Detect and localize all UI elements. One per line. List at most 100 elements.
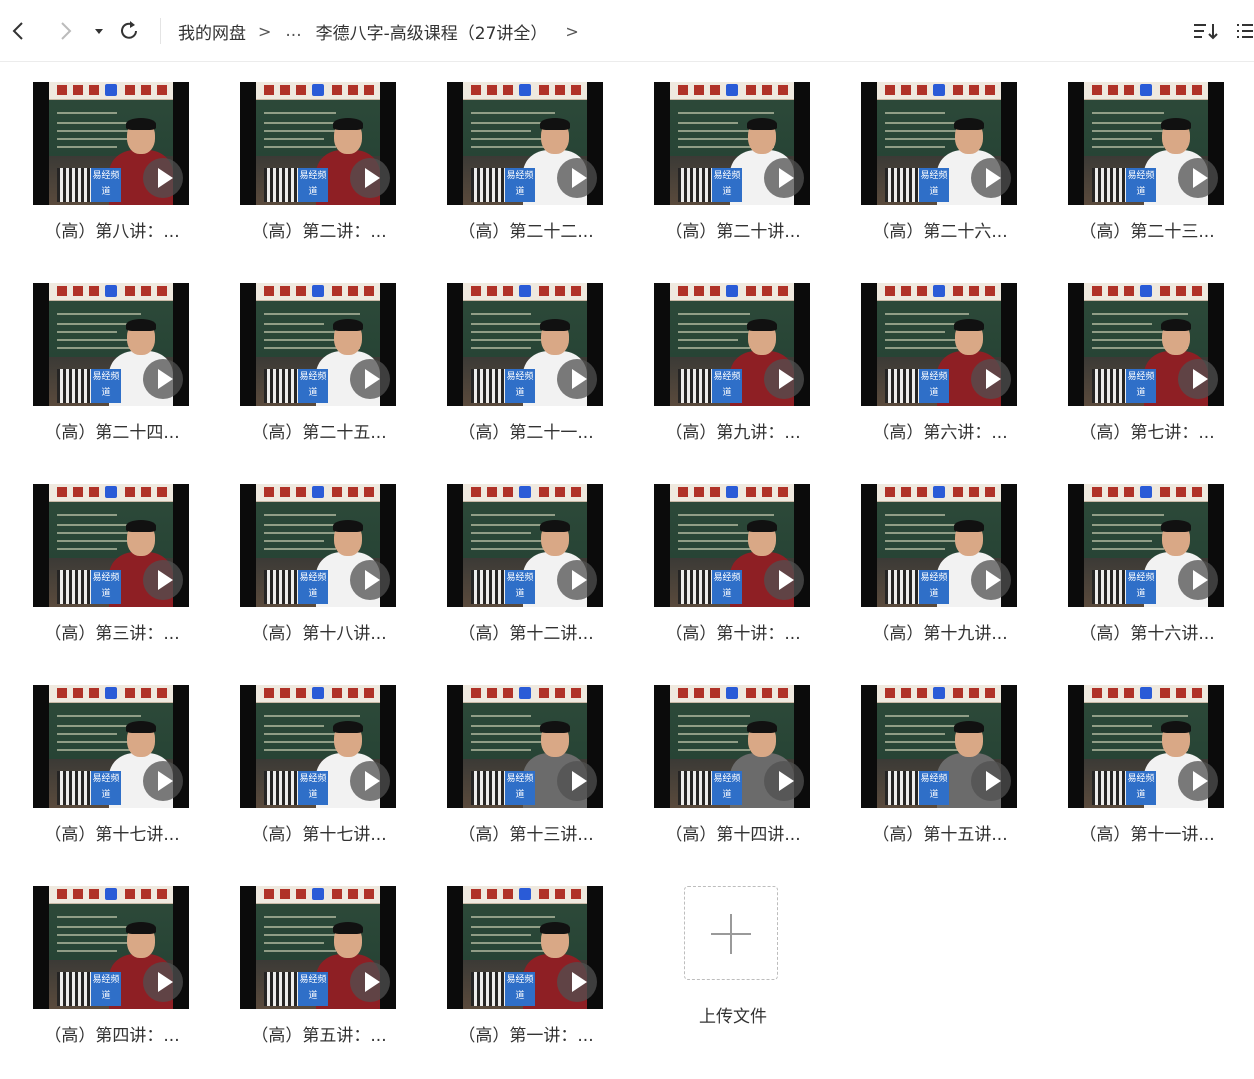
file-tile[interactable]: 易经频道 （高）第十五讲... — [845, 665, 1035, 845]
file-tile[interactable]: 易经频道 （高）第二十四... — [17, 263, 207, 443]
qr-code-icon — [678, 771, 712, 805]
play-icon[interactable] — [557, 761, 597, 801]
taiji-icon — [933, 84, 945, 96]
file-tile[interactable]: 易经频道 （高）第十七讲... — [17, 665, 207, 845]
back-button[interactable] — [6, 16, 32, 46]
qr-code-icon — [885, 168, 919, 202]
channel-logo: 易经频道 — [91, 771, 121, 805]
play-icon[interactable] — [350, 560, 390, 600]
file-tile[interactable]: 易经频道 （高）第八讲：... — [17, 62, 207, 242]
breadcrumb-ellipsis[interactable]: ... — [285, 21, 301, 41]
video-thumbnail: 易经频道 — [240, 484, 396, 607]
play-icon[interactable] — [143, 560, 183, 600]
file-tile[interactable]: 易经频道 （高）第十九讲... — [845, 464, 1035, 644]
qr-code-icon — [264, 570, 298, 604]
file-tile[interactable]: 易经频道 （高）第二十一... — [431, 263, 621, 443]
play-icon[interactable] — [143, 962, 183, 1002]
upload-file-tile[interactable]: 上传文件 — [638, 866, 828, 1046]
file-tile[interactable]: 易经频道 （高）第一讲：... — [431, 866, 621, 1046]
file-tile[interactable]: 易经频道 （高）第二十六... — [845, 62, 1035, 242]
play-icon[interactable] — [350, 359, 390, 399]
taiji-icon — [726, 687, 738, 699]
banner — [256, 484, 380, 502]
file-tile[interactable]: 易经频道 （高）第十讲：... — [638, 464, 828, 644]
file-name: （高）第二十三... — [1079, 222, 1215, 242]
file-tile[interactable]: 易经频道 （高）第十六讲... — [1052, 464, 1242, 644]
play-icon[interactable] — [557, 962, 597, 1002]
play-icon[interactable] — [1178, 560, 1218, 600]
file-name: （高）第二十五... — [251, 423, 387, 443]
play-icon[interactable] — [143, 158, 183, 198]
banner — [1084, 283, 1208, 301]
file-tile[interactable]: 易经频道 （高）第二十三... — [1052, 62, 1242, 242]
play-icon[interactable] — [1178, 158, 1218, 198]
refresh-button[interactable] — [116, 16, 142, 46]
chalk-line — [678, 122, 738, 124]
taiji-icon — [105, 285, 117, 297]
chalk-line — [264, 313, 360, 315]
taiji-icon — [519, 486, 531, 498]
qr-code-icon — [678, 168, 712, 202]
channel-logo: 易经频道 — [91, 168, 121, 202]
file-tile[interactable]: 易经频道 （高）第三讲：... — [17, 464, 207, 644]
banner — [49, 685, 173, 703]
file-tile[interactable]: 易经频道 （高）第十三讲... — [431, 665, 621, 845]
channel-logo: 易经频道 — [712, 168, 742, 202]
play-icon[interactable] — [350, 962, 390, 1002]
file-tile[interactable]: 易经频道 （高）第二十二... — [431, 62, 621, 242]
file-tile[interactable]: 易经频道 （高）第六讲：... — [845, 263, 1035, 443]
play-icon[interactable] — [764, 560, 804, 600]
play-icon[interactable] — [764, 761, 804, 801]
banner — [463, 82, 587, 100]
play-icon[interactable] — [557, 158, 597, 198]
file-tile[interactable]: 易经频道 （高）第十一讲... — [1052, 665, 1242, 845]
play-icon[interactable] — [971, 761, 1011, 801]
breadcrumb-trailing-separator[interactable]: > — [565, 22, 578, 41]
file-tile[interactable]: 易经频道 （高）第七讲：... — [1052, 263, 1242, 443]
chalk-line — [678, 339, 738, 341]
channel-logo: 易经频道 — [919, 369, 949, 403]
breadcrumb-current[interactable]: 李德八字-高级课程（27讲全） — [316, 19, 548, 44]
file-tile[interactable]: 易经频道 （高）第九讲：... — [638, 263, 828, 443]
video-thumbnail: 易经频道 — [861, 484, 1017, 607]
file-tile[interactable]: 易经频道 （高）第十八讲... — [224, 464, 414, 644]
refresh-icon — [116, 16, 142, 46]
history-dropdown[interactable] — [90, 16, 108, 46]
breadcrumb-root[interactable]: 我的网盘 — [178, 19, 246, 44]
play-icon[interactable] — [764, 158, 804, 198]
play-icon[interactable] — [764, 359, 804, 399]
play-icon[interactable] — [143, 761, 183, 801]
video-thumbnail: 易经频道 — [33, 82, 189, 205]
file-tile[interactable]: 易经频道 （高）第五讲：... — [224, 866, 414, 1046]
play-icon[interactable] — [350, 158, 390, 198]
play-icon[interactable] — [971, 158, 1011, 198]
list-view-icon — [1234, 16, 1254, 46]
play-icon[interactable] — [143, 359, 183, 399]
forward-button[interactable] — [52, 16, 78, 46]
channel-logo: 易经频道 — [712, 771, 742, 805]
chalk-line — [885, 733, 945, 735]
file-name: （高）第六讲：... — [872, 423, 1008, 443]
play-icon[interactable] — [350, 761, 390, 801]
qr-code-icon — [885, 570, 919, 604]
banner — [670, 685, 794, 703]
play-icon[interactable] — [557, 560, 597, 600]
sort-button[interactable] — [1192, 16, 1218, 46]
play-icon[interactable] — [557, 359, 597, 399]
chalk-line — [264, 514, 336, 516]
file-tile[interactable]: 易经频道 （高）第十二讲... — [431, 464, 621, 644]
play-icon[interactable] — [1178, 359, 1218, 399]
view-toggle-button[interactable] — [1234, 16, 1254, 46]
file-tile[interactable]: 易经频道 （高）第二讲：... — [224, 62, 414, 242]
file-tile[interactable]: 易经频道 （高）第四讲：... — [17, 866, 207, 1046]
play-icon[interactable] — [971, 359, 1011, 399]
banner — [256, 685, 380, 703]
file-tile[interactable]: 易经频道 （高）第十七讲... — [224, 665, 414, 845]
file-tile[interactable]: 易经频道 （高）第二十讲... — [638, 62, 828, 242]
plus-icon[interactable] — [684, 886, 778, 980]
play-icon[interactable] — [971, 560, 1011, 600]
play-icon[interactable] — [1178, 761, 1218, 801]
file-tile[interactable]: 易经频道 （高）第二十五... — [224, 263, 414, 443]
file-tile[interactable]: 易经频道 （高）第十四讲... — [638, 665, 828, 845]
banner — [49, 283, 173, 301]
